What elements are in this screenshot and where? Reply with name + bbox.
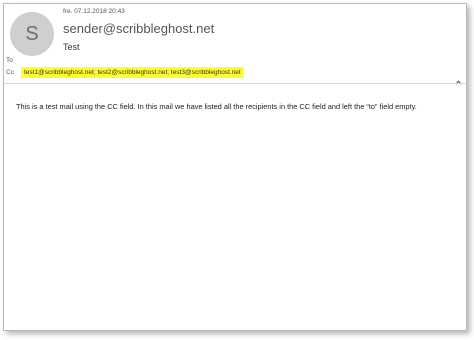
to-label: To [6, 57, 13, 64]
chevron-up-icon[interactable] [455, 72, 462, 90]
email-reading-pane: S fre. 07.12.2018 20:43 sender@scribbleg… [3, 3, 467, 331]
email-body: This is a test mail using the CC field. … [16, 102, 417, 111]
header-divider [4, 83, 466, 84]
sender-address[interactable]: sender@scribbleghost.net [63, 21, 214, 36]
cc-label: Cc [6, 69, 14, 76]
email-subject: Test [63, 42, 80, 52]
sender-avatar[interactable]: S [10, 12, 54, 56]
cc-recipients[interactable]: test1@scribbleghost.net; test2@scribbleg… [21, 67, 244, 78]
received-date: fre. 07.12.2018 20:43 [63, 8, 125, 15]
